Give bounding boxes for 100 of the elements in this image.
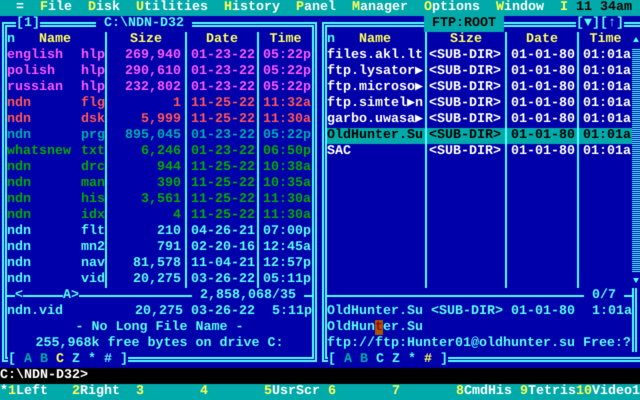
file-time: 05:22p [262,48,312,64]
column-header: Date [525,32,559,48]
file-time: 11:30a [262,112,312,128]
file-name[interactable]: garbo.uwasa▶ [327,112,425,128]
file-time: 12:57p [262,256,312,272]
file-size: <SUB-DIR> [428,48,502,64]
function-key[interactable]: 2Right [72,384,136,400]
menu-item[interactable]: = [16,0,24,16]
file-name[interactable]: polish hlp [7,64,105,80]
key-bar-mark: * [0,384,8,400]
file-time: 05:22p [262,128,312,144]
file-date: 03-26-22 [190,304,256,320]
drive-letter[interactable]: C [56,352,64,368]
drive-letter[interactable]: A [24,352,32,368]
file-size: <SUB-DIR> [428,64,502,80]
drive-letter[interactable]: B [40,352,48,368]
function-key[interactable]: 1Left [8,384,72,400]
file-name[interactable]: ndn idx [7,208,105,224]
menu-item[interactable]: Options [424,0,480,16]
function-key[interactable]: 4 [200,384,264,400]
file-date: 01-01-80 [510,96,576,112]
file-time: 01:01a [582,80,632,96]
function-key[interactable]: 3 [136,384,200,400]
file-name[interactable]: ndn prg [7,128,105,144]
file-time: 11:30a [262,208,312,224]
file-name[interactable]: ndn his [7,192,105,208]
drive-letter[interactable]: # [104,352,112,368]
file-date: 11-25-22 [190,176,256,192]
file-size: 1 [172,96,182,112]
file-name[interactable]: ndn dsk [7,112,105,128]
file-name[interactable]: SAC [327,144,425,160]
file-date: 11-25-22 [190,192,256,208]
drive-letter[interactable]: * [408,352,416,368]
drive-letter[interactable]: C [376,352,384,368]
drive-letter[interactable]: A [344,352,352,368]
menu-item[interactable]: Utilities [136,0,208,16]
file-name[interactable]: ndn mn2 [7,240,105,256]
file-name[interactable]: ndn flt [7,224,105,240]
file-time: 01:01a [582,112,632,128]
file-date: 02-20-16 [190,240,256,256]
function-key[interactable]: 9Tetris [520,384,576,400]
file-name[interactable]: ndn nav [7,256,105,272]
menu-item[interactable]: History [224,0,280,16]
file-time: 10:38a [262,160,312,176]
menu-item[interactable]: Panel [296,0,336,16]
file-date: 01-01-80 [510,304,576,320]
name-edit-field[interactable]: OldHunter.Su [327,320,423,336]
file-size: <SUB-DIR> [428,144,502,160]
file-size: 20,275 [134,304,184,320]
file-size: 232,802 [124,80,182,96]
free-space-text: 255,968k free bytes on drive C: [36,336,284,352]
function-key[interactable]: 6 [328,384,392,400]
panel-button[interactable]: [↑] [600,16,624,32]
menu-item[interactable]: Disk [88,0,120,16]
file-name[interactable]: english hlp [7,48,105,64]
ftp-address-text: ftp://ftp:Hunter01@oldhunter.su Free:? [327,336,631,352]
scrollbar-track[interactable] [632,48,640,272]
file-name[interactable]: ndn vid [7,272,105,288]
panel-button[interactable]: [▼] [576,16,600,32]
drive-letter[interactable]: Z [72,352,80,368]
drive-letter[interactable]: * [88,352,96,368]
file-name: ndn.vid [7,304,64,320]
drive-letter[interactable]: # [424,352,432,368]
function-key[interactable]: 8CmdHis [456,384,520,400]
file-date: 11-25-22 [190,208,256,224]
file-time: 11:32a [262,96,312,112]
file-name[interactable]: ndn man [7,176,105,192]
file-size: 791 [156,240,182,256]
drive-letter[interactable]: Z [392,352,400,368]
file-time: 01:01a [579,128,632,144]
file-date: 11-25-22 [190,112,256,128]
file-name[interactable]: whatsnew txt [7,144,105,160]
file-name[interactable]: ftp.simtel▶n [327,96,425,112]
file-time: 1:01a [591,304,632,320]
file-date: 04-26-21 [190,224,256,240]
drive-letter[interactable]: B [360,352,368,368]
file-name[interactable]: russian hlp [7,80,105,96]
file-date: 01-01-80 [510,80,576,96]
file-name[interactable]: ftp.lysator▶ [327,64,425,80]
file-name[interactable]: ftp.microso▶ [327,80,425,96]
menu-item[interactable]: I [560,0,568,16]
file-time: 11:30a [262,192,312,208]
file-size: 944 [156,160,182,176]
file-name[interactable]: ndn flg [7,96,105,112]
long-name-text: - No Long File Name - [76,320,244,336]
file-date: 01-01-80 [510,48,576,64]
file-name[interactable]: OldHunter.Su [327,128,425,144]
file-name[interactable]: files.akl.lt [327,48,425,64]
column-header: Date [205,32,239,48]
file-time: 06:50p [262,144,312,160]
function-key[interactable]: 10Video1 [576,384,640,400]
panel-number: [1] [16,16,40,32]
function-key[interactable]: 7 [392,384,456,400]
column-header: Time [588,32,622,48]
menu-item[interactable]: Manager [352,0,408,16]
menu-item[interactable]: File [40,0,72,16]
function-key[interactable]: 5UsrScr [264,384,328,400]
file-name[interactable]: ndn drc [7,160,105,176]
panel-title: FTP:ROOT [424,16,504,32]
menu-item[interactable]: Window [496,0,544,16]
